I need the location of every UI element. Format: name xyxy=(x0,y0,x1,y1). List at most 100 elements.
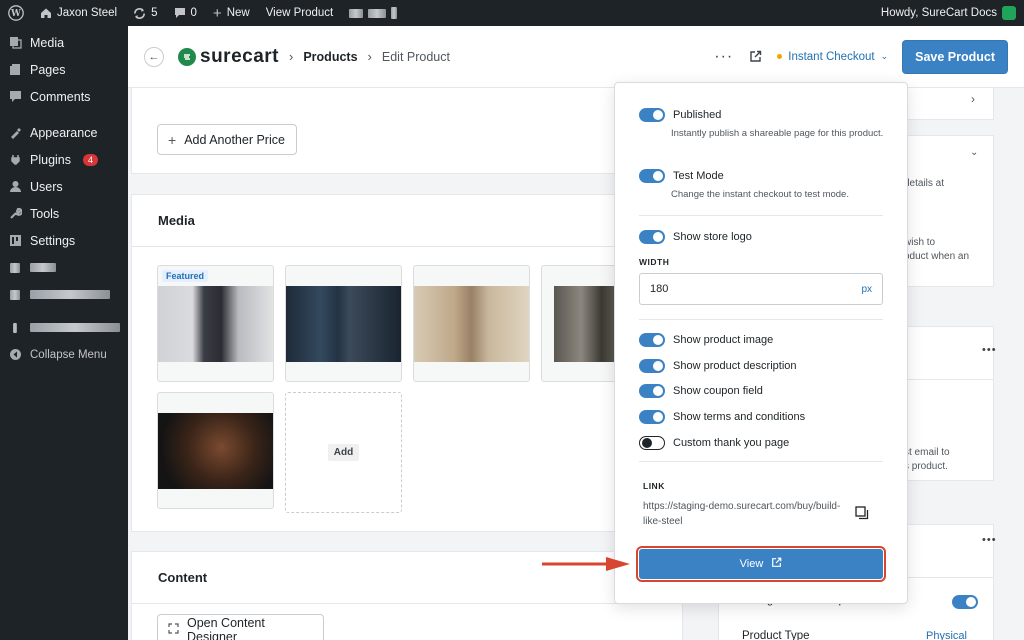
add-media-label: Add xyxy=(327,444,360,461)
open-content-designer-button[interactable]: Open Content Designer xyxy=(157,614,324,640)
product-description-row: Show product description xyxy=(639,359,797,373)
surecart-mark-icon xyxy=(178,47,196,66)
checkout-link-url[interactable]: https://staging-demo.surecart.com/buy/bu… xyxy=(643,499,843,529)
terms-toggle[interactable] xyxy=(639,410,665,424)
published-toggle[interactable] xyxy=(639,108,665,122)
blurred-plugin-icon xyxy=(8,321,22,335)
product-type-label: Product Type xyxy=(742,630,810,640)
sidebar-item-comments[interactable]: Comments xyxy=(0,83,128,110)
view-product-label: View Product xyxy=(265,7,334,19)
blurred-plugin-icon xyxy=(8,261,22,275)
brand-name: surecart xyxy=(200,45,279,67)
media-thumbnail[interactable] xyxy=(285,265,402,382)
back-button[interactable]: ← xyxy=(144,46,164,67)
published-label: Published xyxy=(673,109,722,121)
sidebar-item-settings[interactable]: Settings xyxy=(0,227,128,254)
add-media-button[interactable]: Add xyxy=(285,392,402,513)
sidebar-item-label: Media xyxy=(30,35,65,50)
product-header: ← surecart › Products › Edit Product ···… xyxy=(128,26,1024,88)
plugins-icon xyxy=(8,153,22,167)
site-name: Jaxon Steel xyxy=(57,7,118,19)
store-logo-label: Show store logo xyxy=(673,231,752,243)
comments-link[interactable]: 0 xyxy=(166,0,205,26)
card-options-icon[interactable]: ••• xyxy=(982,534,997,546)
featured-badge: Featured xyxy=(162,270,209,282)
save-product-button[interactable]: Save Product xyxy=(902,39,1008,74)
card-options-icon[interactable]: ••• xyxy=(982,344,997,356)
sidebar-item-label: Plugins xyxy=(30,152,71,167)
account-menu[interactable]: Howdy, SureCart Docs xyxy=(873,0,1024,26)
chevron-right-icon[interactable]: › xyxy=(971,92,975,106)
published-row: Published xyxy=(639,108,721,122)
plus-icon: + xyxy=(212,4,222,22)
sidebar-item-blurred-3[interactable] xyxy=(0,314,128,341)
breadcrumb-products-link[interactable]: Products xyxy=(303,50,357,64)
width-input[interactable]: 180 px xyxy=(639,273,883,305)
media-thumbnail[interactable] xyxy=(541,265,621,382)
media-thumbnail[interactable] xyxy=(413,265,530,382)
status-dot xyxy=(777,54,783,59)
terms-label: Show terms and conditions xyxy=(673,411,806,423)
wordpress-logo[interactable]: W xyxy=(0,0,32,26)
arrow-left-icon: ← xyxy=(148,50,160,63)
add-another-price-label: Add Another Price xyxy=(184,132,285,147)
sidebar-item-appearance[interactable]: Appearance xyxy=(0,119,128,146)
charge-tax-toggle[interactable] xyxy=(952,595,978,609)
new-content-link[interactable]: + New xyxy=(205,0,258,26)
coupon-toggle[interactable] xyxy=(639,384,665,398)
instant-checkout-dropdown[interactable]: Instant Checkout ⌄ xyxy=(777,51,888,63)
users-icon xyxy=(8,180,22,194)
thank-you-toggle[interactable] xyxy=(639,436,665,450)
published-description: Instantly publish a shareable page for t… xyxy=(671,128,884,139)
test-mode-description: Change the instant checkout to test mode… xyxy=(671,189,849,200)
collapse-menu-button[interactable]: Collapse Menu xyxy=(0,341,128,368)
sidebar-item-media[interactable]: Media xyxy=(0,29,128,56)
sidebar-item-plugins[interactable]: Plugins 4 xyxy=(0,146,128,173)
test-mode-toggle[interactable] xyxy=(639,169,665,183)
copy-icon[interactable] xyxy=(855,506,869,520)
sidebar-item-users[interactable]: Users xyxy=(0,173,128,200)
open-content-designer-label: Open Content Designer xyxy=(187,616,265,640)
updates-count: 5 xyxy=(151,7,158,19)
breadcrumb-separator-icon: › xyxy=(289,49,294,64)
media-icon xyxy=(8,36,22,50)
divider xyxy=(639,461,883,462)
sidebar-item-blurred-1[interactable] xyxy=(0,254,128,281)
more-options-icon[interactable]: ··· xyxy=(714,48,733,66)
sidebar-item-pages[interactable]: Pages xyxy=(0,56,128,83)
collapse-arrow-icon xyxy=(8,348,22,362)
plugins-update-badge: 4 xyxy=(83,153,99,166)
comment-bubble-icon xyxy=(174,8,185,18)
product-type-value[interactable]: Physical xyxy=(926,630,967,640)
external-link-icon[interactable] xyxy=(747,49,763,65)
width-unit: px xyxy=(861,283,872,295)
product-image xyxy=(554,286,620,362)
product-image xyxy=(414,286,529,362)
product-image-toggle[interactable] xyxy=(639,333,665,347)
sidebar-item-blurred-2[interactable] xyxy=(0,281,128,308)
store-logo-toggle[interactable] xyxy=(639,230,665,244)
product-description-toggle[interactable] xyxy=(639,359,665,373)
media-thumbnail-featured[interactable]: Featured xyxy=(157,265,274,382)
sidebar-item-tools[interactable]: Tools xyxy=(0,200,128,227)
sidebar-item-label: Settings xyxy=(30,233,76,248)
width-label: WIDTH xyxy=(639,257,670,267)
chevron-down-icon[interactable]: ⌄ xyxy=(970,147,978,158)
product-image xyxy=(158,413,273,489)
sidebar-item-label: Comments xyxy=(30,89,91,104)
howdy-text: Howdy, SureCart Docs xyxy=(880,7,997,19)
view-product-link[interactable]: View Product xyxy=(258,0,342,26)
view-checkout-button[interactable]: View xyxy=(636,546,886,582)
fullscreen-icon xyxy=(168,623,179,637)
add-another-price-button[interactable]: + Add Another Price xyxy=(157,124,297,155)
sidebar-item-label: Pages xyxy=(30,62,66,77)
test-mode-label: Test Mode xyxy=(673,170,724,182)
pages-icon xyxy=(8,63,22,77)
media-title: Media xyxy=(158,213,195,228)
instant-checkout-popover: Published Instantly publish a shareable … xyxy=(614,82,908,604)
sidebar-item-label: Users xyxy=(30,179,63,194)
updates-link[interactable]: 5 xyxy=(125,0,165,26)
product-image xyxy=(286,286,401,362)
media-thumbnail[interactable] xyxy=(157,392,274,509)
site-name-link[interactable]: Jaxon Steel xyxy=(32,0,125,26)
